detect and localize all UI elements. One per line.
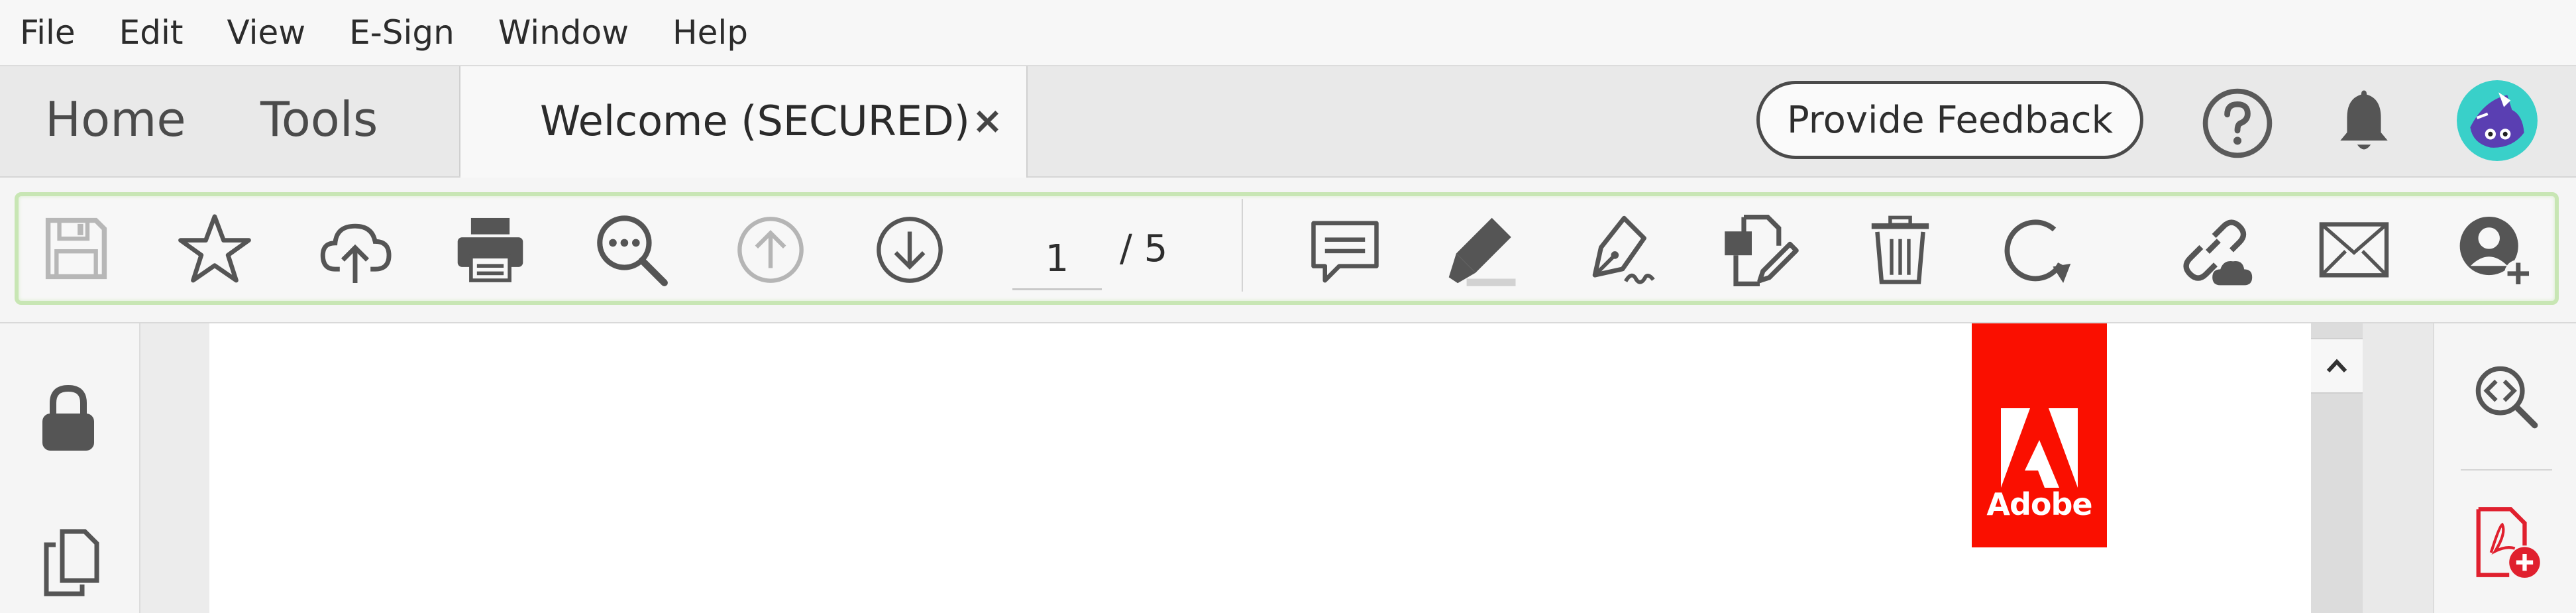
document-gutter: [140, 323, 209, 613]
zoom-fit-icon[interactable]: [2471, 362, 2540, 431]
previous-page-icon[interactable]: [735, 215, 806, 285]
find-text-icon[interactable]: [594, 212, 671, 289]
menu-window[interactable]: Window: [476, 0, 651, 65]
adobe-logo: Adobe: [1972, 323, 2107, 547]
email-icon[interactable]: [2318, 219, 2390, 282]
sign-icon[interactable]: [1580, 212, 1656, 289]
menu-bar: File Edit View E-Sign Window Help: [0, 0, 2576, 66]
add-user-icon[interactable]: [2457, 212, 2534, 289]
tab-home[interactable]: Home: [45, 66, 186, 176]
delete-icon[interactable]: [1864, 212, 1936, 289]
menu-edit[interactable]: Edit: [97, 0, 205, 65]
help-icon[interactable]: [2201, 87, 2274, 160]
page-thumbnails-icon[interactable]: [38, 528, 105, 598]
menu-file[interactable]: File: [0, 0, 97, 65]
create-pdf-icon[interactable]: [2471, 505, 2542, 579]
right-gutter: [2363, 323, 2433, 613]
rotate-icon[interactable]: [2001, 215, 2075, 289]
right-pane-divider: [2461, 469, 2552, 471]
security-lock-icon[interactable]: [38, 383, 98, 453]
tab-tools[interactable]: Tools: [260, 66, 378, 176]
edit-pdf-icon[interactable]: [1720, 211, 1799, 290]
tab-document[interactable]: Welcome (SECURED) ×: [460, 66, 1028, 178]
upload-cloud-icon[interactable]: [317, 211, 394, 288]
page-number-input[interactable]: [1012, 229, 1102, 290]
adobe-logo-text: Adobe: [1986, 486, 2092, 522]
highlight-icon[interactable]: [1444, 213, 1519, 288]
share-link-icon[interactable]: [2176, 212, 2255, 292]
user-avatar[interactable]: [2457, 80, 2538, 161]
print-icon[interactable]: [453, 212, 527, 286]
save-icon[interactable]: [41, 213, 111, 284]
close-tab-button[interactable]: ×: [972, 66, 1003, 176]
provide-feedback-button[interactable]: Provide Feedback: [1756, 81, 2143, 159]
menu-view[interactable]: View: [205, 0, 328, 65]
tab-bar: Home Tools Welcome (SECURED) × Provide F…: [0, 66, 2576, 178]
notification-bell-icon[interactable]: [2334, 85, 2394, 156]
scroll-up-button[interactable]: [2311, 338, 2363, 394]
next-page-icon[interactable]: [875, 215, 945, 285]
menu-esign[interactable]: E-Sign: [327, 0, 476, 65]
menu-help[interactable]: Help: [651, 0, 770, 65]
page-total-label: / 5: [1120, 227, 1168, 270]
document-tab-title: Welcome (SECURED): [540, 97, 970, 145]
comment-icon[interactable]: [1309, 216, 1381, 288]
toolbar-divider: [1242, 199, 1243, 292]
bookmark-star-icon[interactable]: [178, 212, 252, 286]
